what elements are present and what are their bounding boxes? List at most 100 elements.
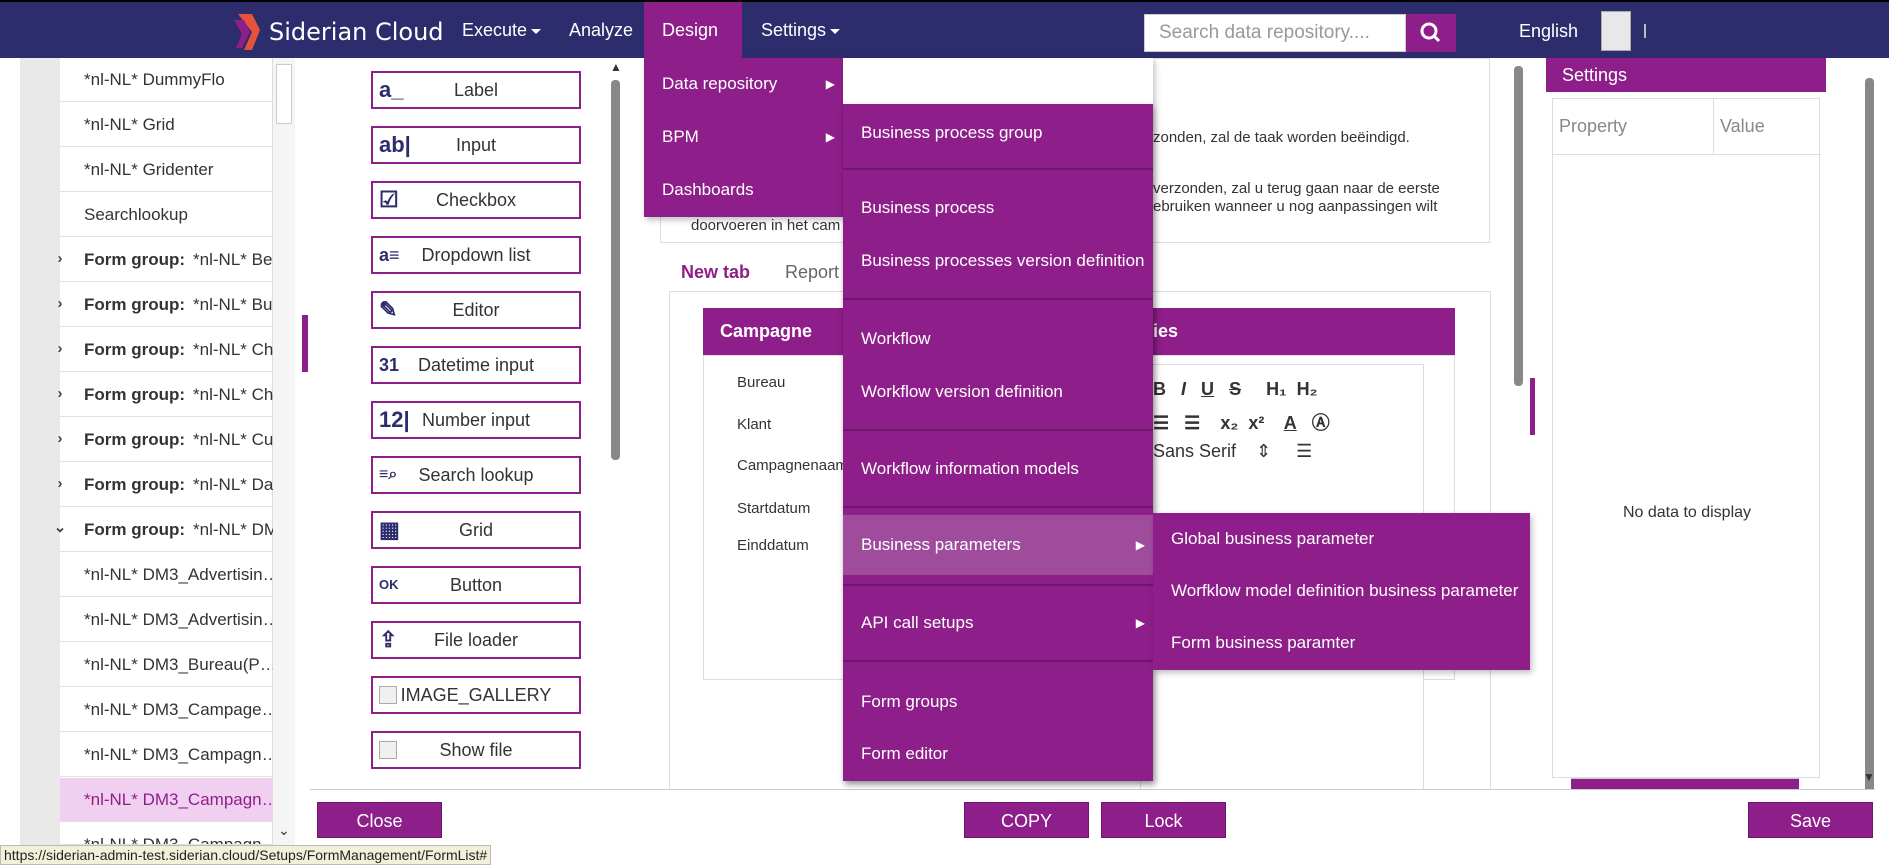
bold-icon[interactable]: B <box>1153 379 1166 399</box>
menu-item-workflow-version[interactable]: Workflow version definition <box>843 366 1153 418</box>
menu-item-business-process-group[interactable]: Business process group <box>843 107 1153 159</box>
menu-item-bpm[interactable]: BPM ▶ <box>644 111 843 163</box>
palette-grid[interactable]: ▦ Grid <box>371 511 581 549</box>
tab-report[interactable]: Report <box>785 262 839 283</box>
tree-group[interactable]: Form group: *nl-NL* Bugl <box>60 283 293 327</box>
tree-item[interactable]: *nl-NL* DummyFlo <box>60 58 293 102</box>
splitter-handle[interactable] <box>1530 378 1535 435</box>
strike-icon[interactable]: S <box>1229 379 1241 399</box>
scrollbar-thumb[interactable] <box>1514 66 1523 386</box>
designer-scrollbar[interactable] <box>1510 58 1528 789</box>
copy-button[interactable]: COPY <box>964 802 1089 838</box>
menu-item-form-business-parameter[interactable]: Form business paramter <box>1153 617 1530 669</box>
scrollbar-thumb[interactable] <box>1865 78 1874 798</box>
tree-item-selected[interactable]: *nl-NL* DM3_Campagn… <box>60 778 293 822</box>
menu-item-business-process[interactable]: Business process <box>843 182 1153 234</box>
close-button[interactable]: Close <box>317 802 442 838</box>
subscript-icon[interactable]: x₂ <box>1220 413 1238 433</box>
menu-item-dashboards[interactable]: Dashboards <box>644 164 843 216</box>
tree-item[interactable]: *nl-NL* DM3_Advertisin… <box>60 553 293 597</box>
background-color-icon[interactable]: Ⓐ <box>1312 413 1330 433</box>
tree-group[interactable]: Form group: *nl-NL* Dash <box>60 463 293 507</box>
palette-file-loader[interactable]: ⇪ File loader <box>371 621 581 659</box>
palette-button[interactable]: OK Button <box>371 566 581 604</box>
palette-dropdown[interactable]: a≡ Dropdown list <box>371 236 581 274</box>
palette-show-file[interactable]: Show file <box>371 731 581 769</box>
tree-group[interactable]: Form group: *nl-NL* DM3 <box>60 508 293 552</box>
chevron-down-icon[interactable]: ▼ <box>1863 770 1875 784</box>
column-header-value[interactable]: Value <box>1714 99 1765 154</box>
menu-item-workflow-information-models[interactable]: Workflow information models <box>843 443 1153 495</box>
splitter-handle[interactable] <box>302 315 308 372</box>
palette-label[interactable]: a_ Label <box>371 71 581 109</box>
text-color-icon[interactable]: A <box>1284 413 1297 433</box>
tree-item[interactable]: *nl-NL* Gridenter <box>60 148 293 192</box>
settings-scrollbar[interactable]: ▼ <box>1860 58 1880 798</box>
nav-execute[interactable]: Execute <box>444 2 559 58</box>
chevron-right-icon[interactable]: › <box>40 385 80 402</box>
tree-scrollbar[interactable]: ⌄ <box>273 58 295 845</box>
search-button[interactable] <box>1406 14 1456 52</box>
palette-number[interactable]: 12| Number input <box>371 401 581 439</box>
scrollbar-thumb[interactable] <box>611 80 620 460</box>
menu-item-business-processes-version[interactable]: Business processes version definition <box>843 235 1153 287</box>
column-header-property[interactable]: Property <box>1553 99 1627 154</box>
font-select[interactable]: Sans Serif ⇕ ☰ <box>1153 441 1312 462</box>
palette-input[interactable]: ab| Input <box>371 126 581 164</box>
scrollbar-thumb[interactable] <box>276 64 292 124</box>
editor-toolbar[interactable]: ☰ ☰ x₂ x² A Ⓐ <box>1153 409 1330 435</box>
tree-group[interactable]: Form group: *nl-NL* Best <box>60 238 293 282</box>
bullet-list-icon[interactable]: ☰ <box>1184 413 1200 433</box>
tree-group[interactable]: Form group: *nl-NL* Cust <box>60 418 293 462</box>
menu-item-global-business-parameter[interactable]: Global business parameter <box>1153 513 1530 565</box>
tree-item[interactable]: Searchlookup <box>60 193 293 237</box>
ordered-list-icon[interactable]: ☰ <box>1153 413 1169 433</box>
palette-datetime[interactable]: 31 Datetime input <box>371 346 581 384</box>
palette-scrollbar[interactable]: ▲ <box>608 58 626 789</box>
italic-icon[interactable]: I <box>1181 379 1186 399</box>
tree-item[interactable]: *nl-NL* DM3_Campagn… <box>60 733 293 777</box>
tree-item[interactable]: *nl-NL* DM3_Campage… <box>60 688 293 732</box>
nav-analyze[interactable]: Analyze <box>551 2 651 58</box>
chevron-down-icon[interactable]: ⌄ <box>278 822 290 839</box>
language-selector[interactable]: English <box>1519 21 1578 42</box>
nav-design[interactable]: Design <box>644 2 742 90</box>
menu-item-workflow-model-business-parameter[interactable]: Worfklow model definition business param… <box>1153 565 1530 617</box>
chevron-right-icon[interactable]: › <box>40 250 80 267</box>
chevron-right-icon[interactable]: › <box>40 475 80 492</box>
search-input[interactable]: Search data repository.... <box>1144 14 1406 52</box>
superscript-icon[interactable]: x² <box>1248 413 1264 433</box>
heading2-icon[interactable]: H₂ <box>1297 379 1318 399</box>
chevron-right-icon[interactable]: › <box>40 295 80 312</box>
palette-checkbox[interactable]: ☑ Checkbox <box>371 181 581 219</box>
lock-button[interactable]: Lock <box>1101 802 1226 838</box>
tree-item[interactable]: *nl-NL* DM3_Advertisin… <box>60 598 293 642</box>
tree-item[interactable]: *nl-NL* Grid <box>60 103 293 147</box>
editor-toolbar[interactable]: B I U S H₁ H₂ <box>1153 379 1318 400</box>
menu-item-workflow[interactable]: Workflow <box>843 313 1153 365</box>
align-icon[interactable]: ☰ <box>1296 441 1312 461</box>
underline-icon[interactable]: U <box>1201 379 1214 399</box>
brand-name[interactable]: Siderian Cloud <box>269 18 444 46</box>
menu-item-business-parameters[interactable]: Business parameters▶ <box>843 515 1153 575</box>
menu-item-api-call-setups[interactable]: API call setups▶ <box>843 597 1153 649</box>
nav-settings[interactable]: Settings <box>743 2 858 58</box>
chevron-right-icon[interactable]: › <box>40 340 80 357</box>
tree-group[interactable]: Form group: *nl-NL* Chat <box>60 328 293 372</box>
palette-search-lookup[interactable]: ≡⌕ Search lookup <box>371 456 581 494</box>
user-avatar[interactable] <box>1601 11 1631 51</box>
heading1-icon[interactable]: H₁ <box>1266 379 1286 399</box>
palette-image-gallery[interactable]: IMAGE_GALLERY <box>371 676 581 714</box>
tab-new-tab[interactable]: New tab <box>681 262 750 283</box>
menu-item-form-editor[interactable]: Form editor <box>843 728 1153 780</box>
menu-item-data-repository[interactable]: Data repository ▶ <box>644 58 843 110</box>
chevron-right-icon[interactable]: › <box>40 430 80 447</box>
tree-item[interactable]: *nl-NL* DM3_Campagn… <box>60 823 293 845</box>
palette-editor[interactable]: ✎ Editor <box>371 291 581 329</box>
chevron-up-icon[interactable]: ▲ <box>610 60 622 74</box>
menu-item-form-groups[interactable]: Form groups <box>843 676 1153 728</box>
chevron-down-icon[interactable]: ⌄ <box>40 518 80 536</box>
tree-item[interactable]: *nl-NL* DM3_Bureau(P… <box>60 643 293 687</box>
tree-group[interactable]: Form group: *nl-NL* Chill <box>60 373 293 417</box>
save-button[interactable]: Save <box>1748 802 1873 838</box>
